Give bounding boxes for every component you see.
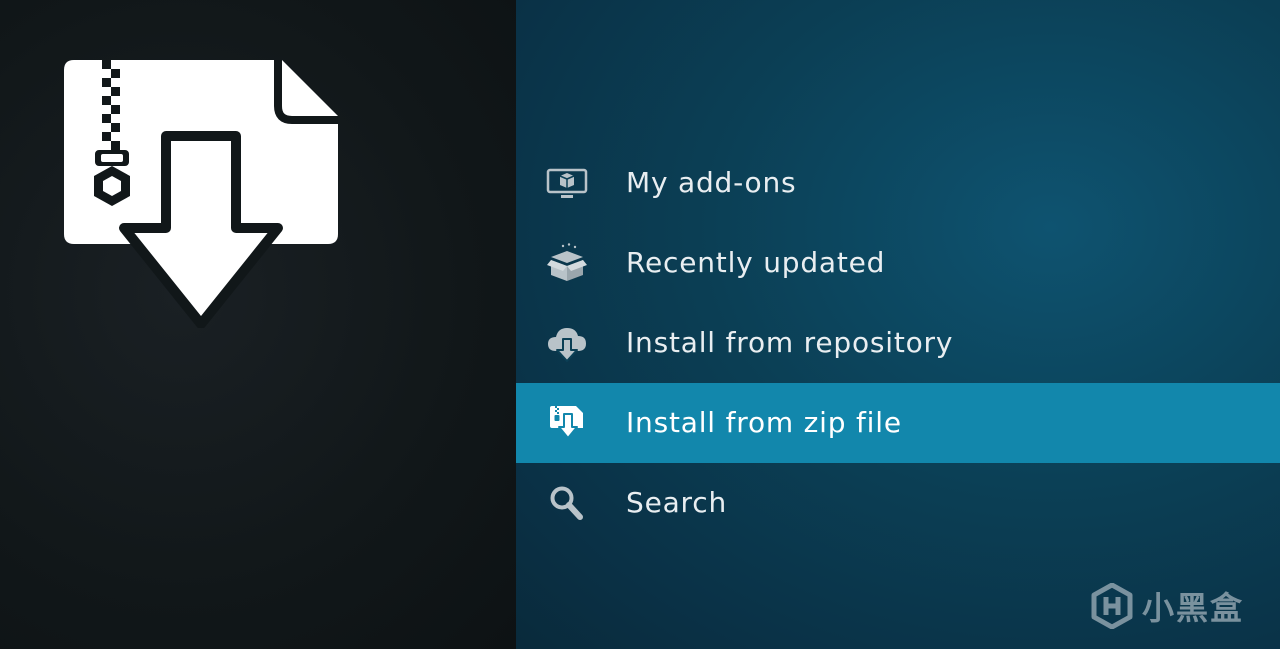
addon-browser-screen: My add-ons Recently updated Install from… bbox=[0, 0, 1280, 649]
addon-menu: My add-ons Recently updated Install from… bbox=[516, 143, 1280, 543]
menu-item-label: Search bbox=[626, 486, 727, 519]
cloud-download-icon bbox=[546, 323, 588, 363]
menu-item-install-from-repository[interactable]: Install from repository bbox=[516, 303, 1280, 383]
open-box-sparkle-icon bbox=[546, 243, 588, 283]
menu-item-install-from-zip-file[interactable]: Install from zip file bbox=[516, 383, 1280, 463]
menu-item-search[interactable]: Search bbox=[516, 463, 1280, 543]
menu-item-label: Install from repository bbox=[626, 326, 954, 359]
zip-file-download-icon bbox=[546, 403, 588, 443]
preview-panel bbox=[0, 0, 516, 649]
zip-file-download-icon bbox=[62, 58, 340, 329]
menu-item-my-addons[interactable]: My add-ons bbox=[516, 143, 1280, 223]
watermark: 小黑盒 bbox=[1090, 583, 1244, 629]
magnifier-icon bbox=[546, 483, 588, 523]
xiaoheihe-logo-icon bbox=[1091, 583, 1133, 629]
menu-item-label: Recently updated bbox=[626, 246, 886, 279]
menu-item-label: My add-ons bbox=[626, 166, 797, 199]
menu-item-label: Install from zip file bbox=[626, 406, 902, 439]
monitor-addon-icon bbox=[546, 163, 588, 203]
watermark-text: 小黑盒 bbox=[1141, 589, 1244, 627]
menu-panel: My add-ons Recently updated Install from… bbox=[516, 0, 1280, 649]
menu-item-recently-updated[interactable]: Recently updated bbox=[516, 223, 1280, 303]
